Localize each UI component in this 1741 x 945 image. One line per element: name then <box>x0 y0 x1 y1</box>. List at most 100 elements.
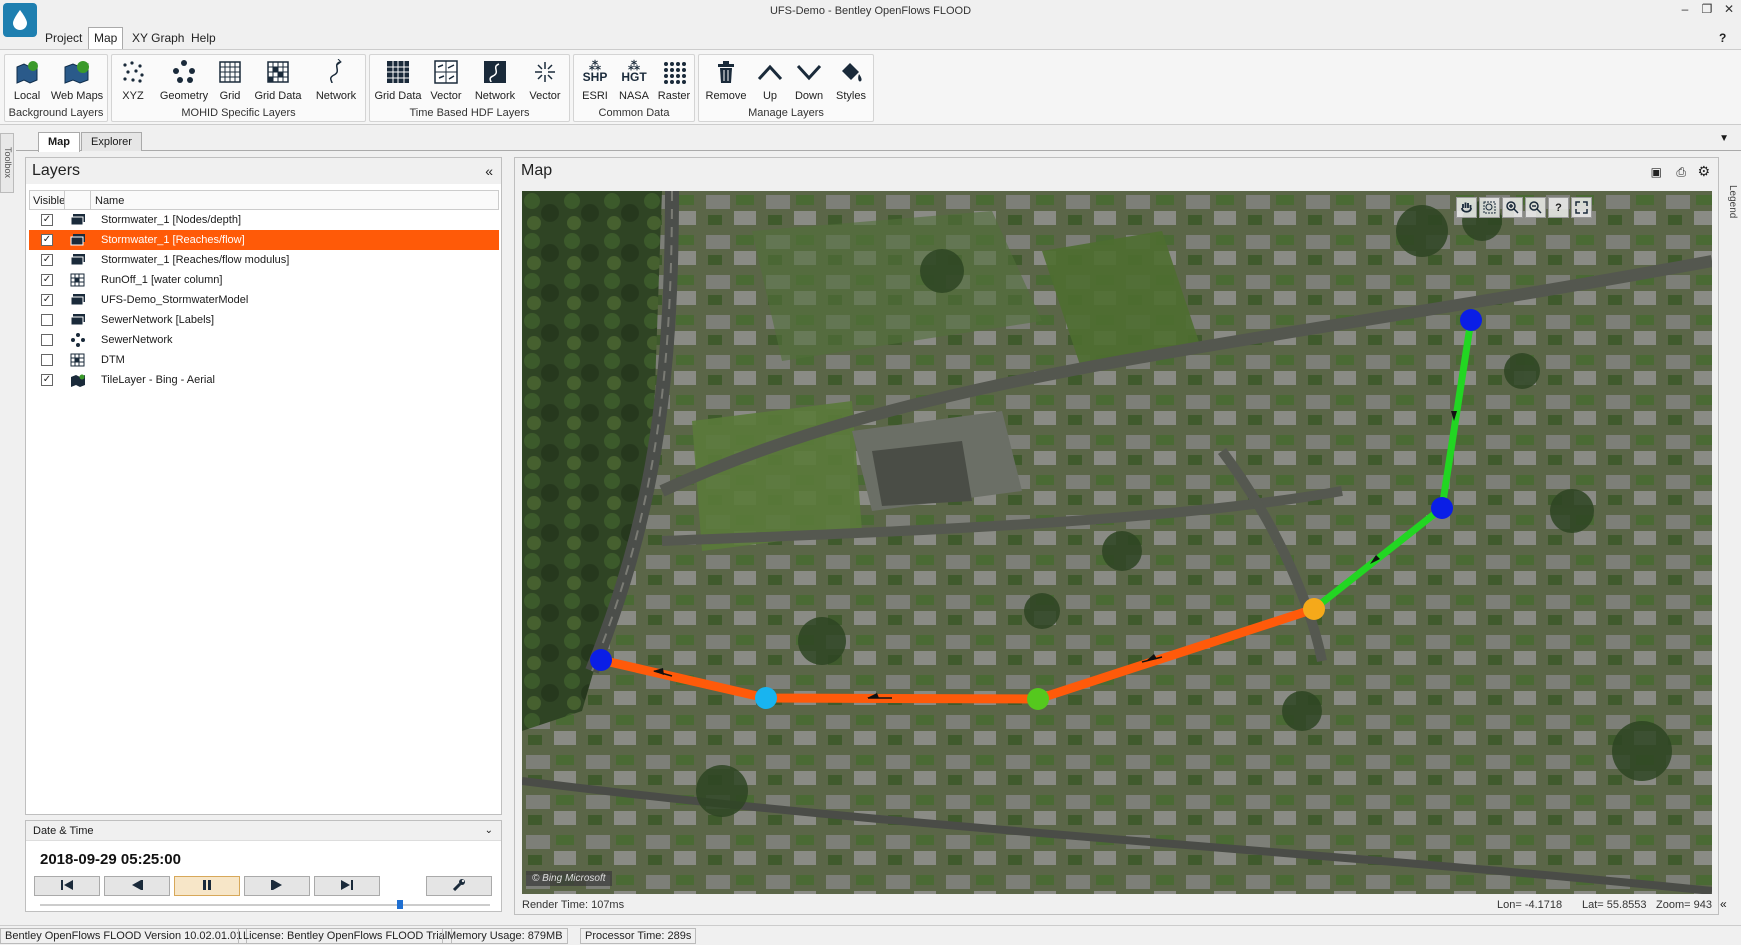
layer-row[interactable]: SewerNetwork <box>29 330 499 350</box>
remove-button[interactable]: Remove <box>701 57 751 105</box>
hdf-vector-button[interactable]: Vector <box>424 57 468 105</box>
step-back-icon <box>130 879 144 893</box>
xyz-button[interactable]: XYZ <box>114 57 152 105</box>
network-button[interactable]: Network <box>308 57 364 105</box>
down-button[interactable]: Down <box>789 57 829 105</box>
network-node-cyan[interactable] <box>755 687 777 709</box>
last-frame-button[interactable] <box>314 876 380 896</box>
layer-visible-checkbox[interactable]: ✓ <box>41 294 53 306</box>
nasa-hgt-icon: ⁂ HGT <box>621 59 647 84</box>
geometry-button[interactable]: Geometry <box>156 57 212 105</box>
styles-button[interactable]: Styles <box>829 57 873 105</box>
layer-row[interactable]: ✓ Stormwater_1 [Reaches/flow modulus] <box>29 250 499 270</box>
layer-row[interactable]: ✓ TileLayer - Bing - Aerial <box>29 370 499 390</box>
layer-name: Stormwater_1 [Reaches/flow] <box>101 234 245 246</box>
status-bar: Bentley OpenFlows FLOOD Version 10.02.01… <box>0 925 1741 945</box>
menu-project[interactable]: Project <box>40 27 87 49</box>
pan-hand-icon[interactable] <box>1456 197 1477 218</box>
time-slider-track[interactable] <box>40 904 490 906</box>
layer-visible-checkbox[interactable]: ✓ <box>41 214 53 226</box>
tabs-dropdown-icon[interactable]: ▼ <box>1719 133 1729 144</box>
network-node-blue[interactable] <box>1431 497 1453 519</box>
toolbox-tab[interactable]: Toolbox <box>0 133 14 193</box>
layer-visible-checkbox[interactable]: ✓ <box>41 234 53 246</box>
minimize-button[interactable]: – <box>1675 2 1695 20</box>
layer-row[interactable]: ✓ RunOff_1 [water column] <box>29 270 499 290</box>
layer-row[interactable]: ✓ UFS-Demo_StormwaterModel <box>29 290 499 310</box>
layer-visible-checkbox[interactable]: ✓ <box>41 274 53 286</box>
layer-visible-checkbox[interactable] <box>41 334 53 346</box>
expand-legend-icon[interactable]: « <box>1720 897 1727 911</box>
previous-frame-button[interactable] <box>104 876 170 896</box>
hdf-grid-data-button[interactable]: Grid Data <box>372 57 424 105</box>
print-icon[interactable]: ⎙ <box>1676 159 1686 185</box>
menu-help[interactable]: Help <box>186 27 221 49</box>
network-node-blue[interactable] <box>1460 309 1482 331</box>
layer-visible-checkbox[interactable]: ✓ <box>41 254 53 266</box>
hdf-vector-field-button[interactable]: Vector <box>522 57 568 105</box>
grid-button[interactable]: Grid <box>212 57 248 105</box>
network-node-green[interactable] <box>1027 688 1049 710</box>
raster-button[interactable]: Raster <box>654 57 694 105</box>
layer-visible-checkbox[interactable] <box>41 354 53 366</box>
nasa-button[interactable]: ⁂ HGT NASA <box>614 57 654 105</box>
menu-xy-graph[interactable]: XY Graph <box>127 27 189 49</box>
zoom-out-icon[interactable] <box>1525 197 1546 218</box>
map-attribution: © Bing Microsoft <box>526 871 612 886</box>
layer-visible-checkbox[interactable]: ✓ <box>41 374 53 386</box>
local-button[interactable]: Local <box>7 57 47 105</box>
gear-icon[interactable]: ⚙ <box>1697 158 1710 184</box>
grid-data-icon <box>250 57 306 87</box>
tab-map[interactable]: Map <box>38 132 80 152</box>
map-status-footer: Render Time: 107ms Lon= -4.1718 Lat= 55.… <box>522 896 1712 916</box>
menu-map[interactable]: Map <box>88 27 124 49</box>
web-maps-button[interactable]: Web Maps <box>49 57 105 105</box>
layers-panel: Layers « Visible Name ✓ Stormwater_1 [Nod… <box>25 157 502 815</box>
restore-button[interactable]: ❐ <box>1697 2 1717 20</box>
next-frame-button[interactable] <box>244 876 310 896</box>
ribbon-group-mohid: XYZ Geometry Grid Grid Data Network MOHI… <box>111 54 366 122</box>
tab-explorer[interactable]: Explorer <box>81 132 142 151</box>
status-processor: Processor Time: 289s <box>580 928 697 944</box>
column-name[interactable]: Name <box>95 191 124 211</box>
layer-row[interactable]: SewerNetwork [Labels] <box>29 310 499 330</box>
collapse-datetime-icon[interactable]: ⌄ <box>485 821 493 841</box>
hdf-network-button[interactable]: Network <box>468 57 522 105</box>
document-tabs: Map Explorer ▼ <box>16 131 1741 152</box>
time-slider-thumb[interactable] <box>397 900 403 909</box>
network-node-blue[interactable] <box>590 649 612 671</box>
status-license: License: Bentley OpenFlows FLOOD Trial <box>238 928 453 944</box>
network-layer-icon <box>70 333 86 347</box>
window-title: UFS-Demo - Bentley OpenFlows FLOOD <box>769 5 972 17</box>
export-image-icon[interactable]: ▣ <box>1651 159 1662 185</box>
layer-row[interactable]: ✓ Stormwater_1 [Reaches/flow] <box>29 230 499 250</box>
layer-visible-checkbox[interactable] <box>41 314 53 326</box>
app-logo-icon[interactable] <box>3 3 37 37</box>
network-node-amber[interactable] <box>1303 598 1325 620</box>
zoom-in-icon[interactable] <box>1502 197 1523 218</box>
pause-button[interactable] <box>174 876 240 896</box>
map-canvas[interactable]: ? © Bing Microsoft <box>522 191 1712 894</box>
first-frame-button[interactable] <box>34 876 100 896</box>
esri-button[interactable]: ⁂ SHP ESRI <box>576 57 614 105</box>
full-extent-icon[interactable] <box>1571 197 1592 218</box>
identify-help-icon[interactable]: ? <box>1548 197 1569 218</box>
zoom-box-icon[interactable] <box>1479 197 1500 218</box>
ribbon-group-label: Manage Layers <box>748 107 824 119</box>
layer-row[interactable]: ✓ Stormwater_1 [Nodes/depth] <box>29 210 499 230</box>
layer-row[interactable]: DTM <box>29 350 499 370</box>
collapse-panel-icon[interactable]: « <box>485 158 493 184</box>
layer-stack-icon <box>70 313 86 327</box>
latitude-readout: Lat= 55.8553 <box>1582 899 1647 911</box>
ribbon-group-label: Background Layers <box>8 107 104 119</box>
close-button[interactable]: ✕ <box>1719 2 1739 20</box>
grid-data-button[interactable]: Grid Data <box>250 57 306 105</box>
up-button[interactable]: Up <box>751 57 789 105</box>
hdf-network-icon <box>468 57 522 87</box>
help-question-icon[interactable]: ? <box>1714 27 1731 49</box>
layer-name: RunOff_1 [water column] <box>101 274 223 286</box>
animation-settings-button[interactable] <box>426 876 492 896</box>
legend-tab[interactable]: Legend <box>1722 185 1738 245</box>
column-visible[interactable]: Visible <box>33 191 65 211</box>
trash-icon <box>701 57 751 87</box>
